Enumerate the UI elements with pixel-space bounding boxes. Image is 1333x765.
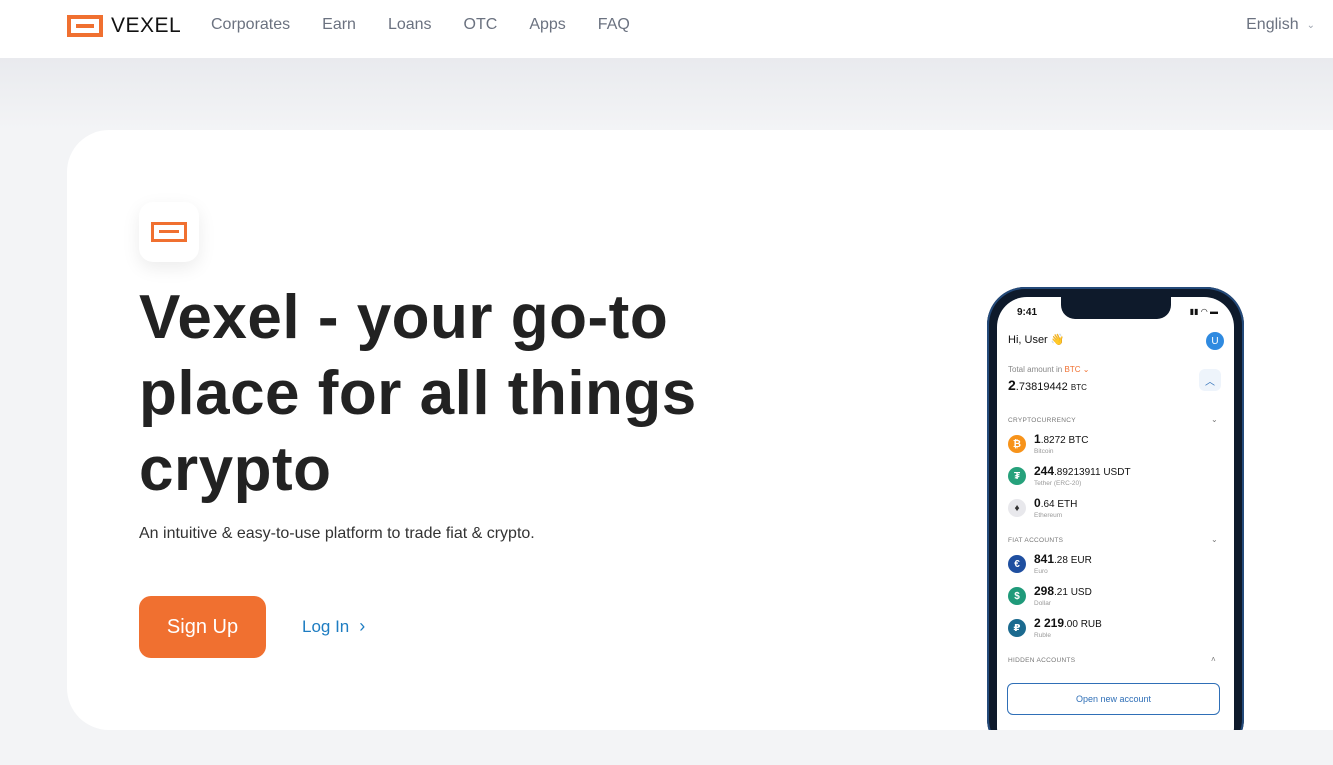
list-item: $ 298.21 USD Dollar: [1008, 585, 1092, 608]
signup-button[interactable]: Sign Up: [139, 596, 266, 658]
euro-icon: €: [1008, 555, 1026, 573]
phone-greeting: Hi, User 👋: [1008, 334, 1065, 346]
phone-notch: [1061, 297, 1171, 319]
ruble-icon: ₽: [1008, 619, 1026, 637]
hidden-section-title: HIDDEN ACCOUNTS: [1008, 657, 1076, 664]
dollar-icon: $: [1008, 587, 1026, 605]
avatar: U: [1206, 332, 1224, 350]
phone-time: 9:41: [1017, 307, 1038, 318]
vexel-logo-icon: [67, 15, 103, 37]
header-band: [0, 58, 1333, 130]
main-nav: Corporates Earn Loans OTC Apps FAQ: [211, 0, 662, 50]
open-account-button: Open new account: [1007, 683, 1220, 715]
login-label: Log In: [302, 616, 350, 636]
total-amount-value: 2.73819442 BTC: [1008, 377, 1087, 393]
list-item: ♦ 0.64 ETH Ethereum: [1008, 497, 1077, 520]
chevron-up-icon: ︿: [1199, 369, 1221, 391]
bitcoin-icon: ₿: [1008, 435, 1026, 453]
chevron-right-icon: ›: [359, 616, 366, 636]
nav-item-loans[interactable]: Loans: [388, 16, 432, 34]
hero-card: Vexel - your go-to place for all things …: [67, 130, 1333, 730]
brand-logo[interactable]: VEXEL: [67, 14, 181, 38]
phone-screen: 9:41 ▮▮ ◠ ▬ Hi, User 👋 U Total amount in…: [997, 297, 1234, 730]
hero-subtitle: An intuitive & easy-to-use platform to t…: [139, 525, 535, 542]
ethereum-icon: ♦: [1008, 499, 1026, 517]
top-header: VEXEL Corporates Earn Loans OTC Apps FAQ…: [0, 0, 1333, 58]
brand-name: VEXEL: [111, 14, 182, 37]
chevron-down-icon: ⌄: [1211, 415, 1218, 424]
chevron-up-icon: ˄: [1211, 655, 1216, 664]
list-item: € 841.28 EUR Euro: [1008, 553, 1092, 576]
login-link[interactable]: Log In ›: [302, 616, 365, 637]
fiat-section-title: FIAT ACCOUNTS: [1008, 537, 1064, 544]
nav-item-otc[interactable]: OTC: [464, 16, 498, 34]
language-selector[interactable]: English ⌄: [1246, 16, 1315, 34]
total-amount-label: Total amount in BTC ⌄: [1008, 365, 1090, 374]
hero-title: Vexel - your go-to place for all things …: [139, 283, 697, 504]
list-item: ₽ 2 219.00 RUB Ruble: [1008, 617, 1102, 640]
nav-item-faq[interactable]: FAQ: [598, 16, 630, 34]
nav-item-apps[interactable]: Apps: [529, 16, 565, 34]
nav-item-corporates[interactable]: Corporates: [211, 16, 290, 34]
list-item: ₿ 1.8272 BTC Bitcoin: [1008, 433, 1089, 456]
chevron-down-icon: ⌄: [1211, 535, 1218, 544]
tether-icon: ₮: [1008, 467, 1026, 485]
nav-item-earn[interactable]: Earn: [322, 16, 356, 34]
phone-mockup: 9:41 ▮▮ ◠ ▬ Hi, User 👋 U Total amount in…: [987, 287, 1244, 730]
crypto-section-title: CRYPTOCURRENCY: [1008, 417, 1076, 424]
signal-wifi-battery-icon: ▮▮ ◠ ▬: [1189, 307, 1218, 316]
chevron-down-icon: ⌄: [1306, 19, 1315, 31]
language-label: English: [1246, 16, 1299, 33]
vexel-app-icon: [139, 202, 199, 262]
list-item: ₮ 244.89213911 USDT Tether (ERC-20): [1008, 465, 1131, 488]
